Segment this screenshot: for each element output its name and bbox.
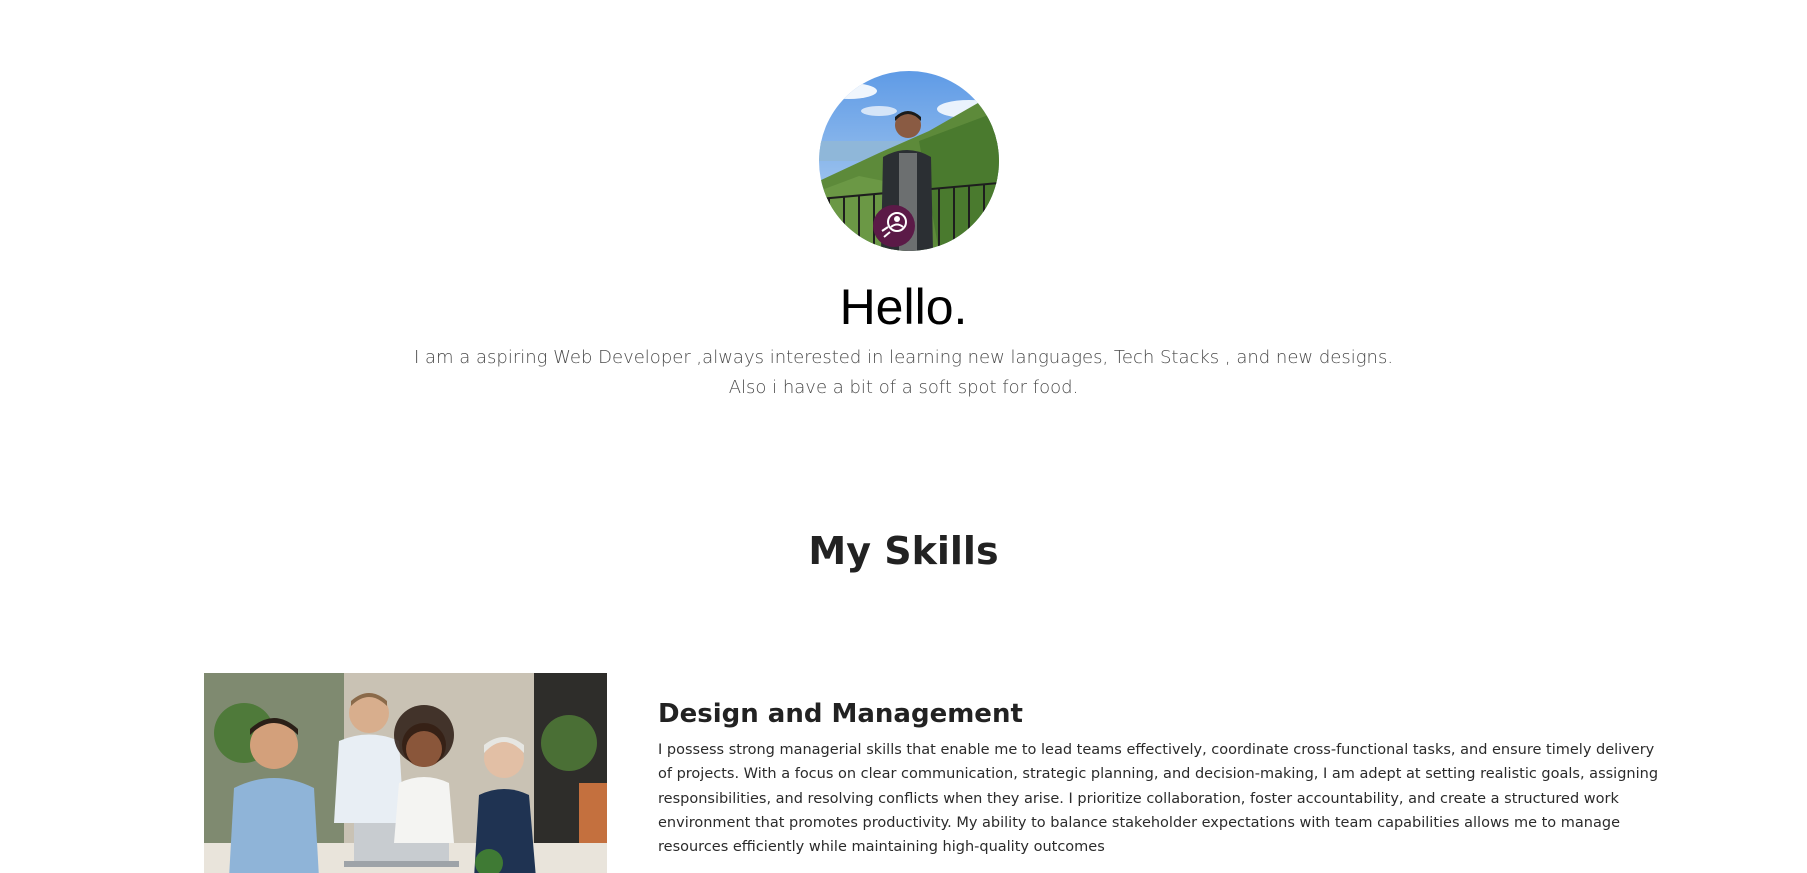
skill-description: I possess strong managerial skills that … <box>658 742 1659 856</box>
hero-intro-line-1: I am a aspiring Web Developer ,always in… <box>413 347 1394 368</box>
hero-intro-text: I am a aspiring Web Developer ,always in… <box>0 343 1807 403</box>
profile-photo-avatar <box>819 71 999 251</box>
team-meeting-photo <box>204 673 607 873</box>
profile-avatar <box>819 71 999 251</box>
skills-section-title: My Skills <box>808 529 999 573</box>
hero-intro-line-2: Also i have a bit of a soft spot for foo… <box>728 377 1079 398</box>
skill-item: Design and Management I possess strong m… <box>658 696 1668 859</box>
skill-title: Design and Management <box>658 699 1023 729</box>
hero-title: Hello. <box>839 279 968 335</box>
skill-image-team-meeting <box>204 673 607 873</box>
